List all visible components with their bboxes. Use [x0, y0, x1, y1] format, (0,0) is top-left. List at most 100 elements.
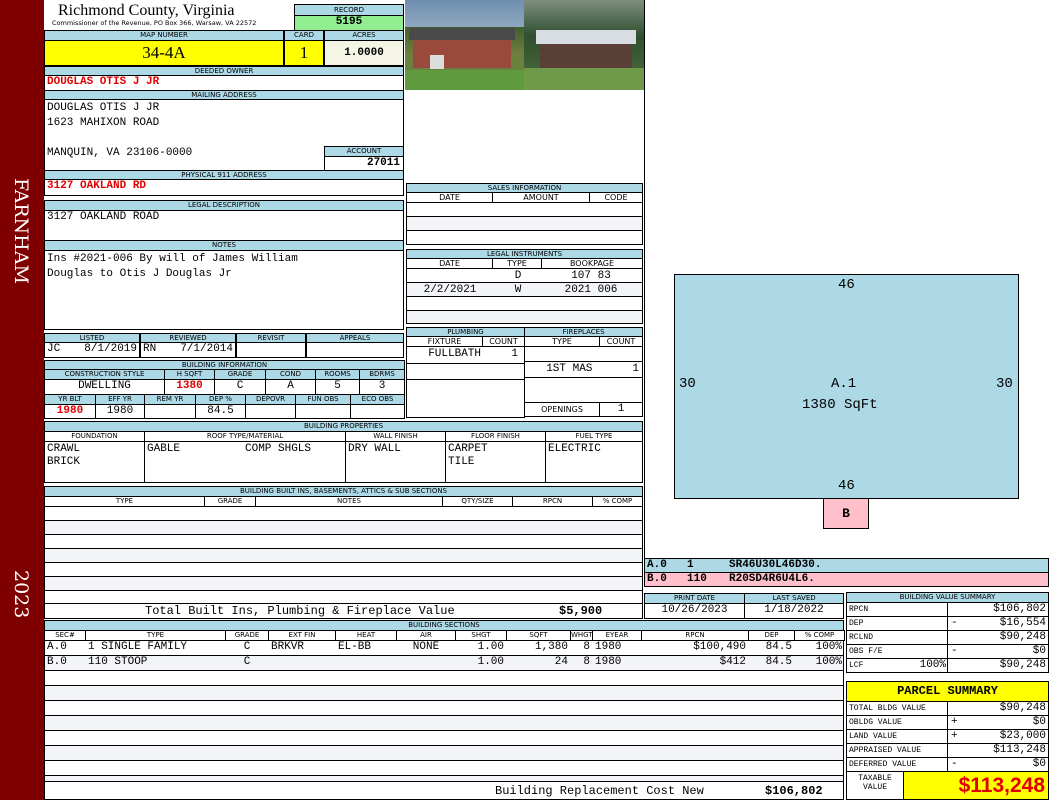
li-row — [406, 311, 643, 324]
county-title: Richmond County, Virginia — [58, 2, 235, 19]
summary-value: - $0 — [947, 644, 1049, 659]
property-photo-1[interactable] — [405, 0, 524, 90]
li-row: D 107 83 — [406, 268, 643, 283]
plumbing-count: 1 — [511, 348, 518, 360]
summary-key: LAND VALUE — [846, 729, 948, 744]
deeded-owner: DOUGLAS OTIS J JR — [44, 75, 404, 91]
effective-year: 1980 — [95, 404, 145, 419]
section-cell: 84.5 — [765, 641, 792, 653]
sketch-section-b[interactable]: B — [823, 498, 869, 529]
print-date: 10/26/2023 — [644, 603, 745, 619]
li-type: W — [514, 283, 522, 296]
summary-value: + $0 — [947, 715, 1049, 730]
sales-row — [406, 216, 643, 231]
sketch-code-row: B.0 110 R20SD4R6U4L6. — [644, 572, 1049, 587]
section-cell: 1 SINGLE FAMILY — [88, 641, 188, 653]
taxable-value-label: TAXABLE VALUE — [846, 771, 904, 800]
roof-type: GABLE — [147, 443, 181, 455]
section-cell: 1,380 — [534, 641, 568, 653]
sketch-vector: SR46U30L46D30. — [729, 559, 822, 571]
sketch-vector: R20SD4R6U4L6. — [729, 573, 815, 585]
rooms: 5 — [315, 379, 360, 395]
floor-finish: CARPET TILE — [445, 441, 546, 483]
builtins-total: $5,900 — [559, 604, 603, 618]
summary-key: RPCN — [846, 602, 948, 617]
foundation: CRAWL BRICK — [44, 441, 145, 483]
section-cell: 100% — [815, 656, 842, 668]
summary-key: OBLDG VALUE — [846, 715, 948, 730]
year-built: 1980 — [44, 404, 96, 419]
section-cell: 24 — [554, 656, 568, 668]
summary-amount: $113,248 — [993, 744, 1046, 756]
taxable-value: $113,248 — [903, 771, 1049, 800]
mailing-line-3: MANQUIN, VA 23106-0000 — [47, 147, 193, 159]
summary-amount: $23,000 — [999, 730, 1046, 742]
section-cell: C — [243, 641, 251, 653]
summary-sign: - — [951, 645, 958, 657]
functional-obs — [295, 404, 351, 419]
summary-value: - $0 — [947, 757, 1049, 772]
section-cell: 110 STOOP — [88, 656, 148, 668]
section-cell: 84.5 — [765, 656, 792, 668]
property-photo-2[interactable] — [524, 0, 644, 90]
sketch-dim-left: 30 — [679, 376, 696, 392]
summary-amount: $0 — [1032, 716, 1046, 728]
section-cell: 1980 — [595, 656, 622, 668]
section-cell: 100% — [815, 641, 842, 653]
summary-amount: $0 — [1032, 645, 1046, 657]
legal-description: 3127 OAKLAND ROAD — [44, 210, 404, 241]
summary-key: OBS F/E — [846, 644, 948, 659]
section-cell: B.0 — [47, 656, 67, 668]
section-cell: $412 — [719, 656, 746, 668]
section-cell: 1.00 — [477, 656, 504, 668]
grade: C — [214, 379, 266, 395]
reviewed-date: 7/1/2014 — [180, 343, 233, 355]
sidebar: FARNHAM 2023 — [0, 0, 44, 800]
summary-key: DEFERRED VALUE — [846, 757, 948, 772]
li-type: D — [514, 269, 522, 282]
sketch-code-row: A.0 1 SR46U30L46D30. — [644, 558, 1049, 573]
roof: GABLE COMP SHGLS — [144, 441, 346, 483]
card-number: 1 — [284, 40, 324, 66]
sketch-area[interactable]: B 46 46 30 30 A.1 1380 SqFt — [644, 0, 1049, 559]
sketch-code: 1 — [687, 559, 694, 571]
openings-count: 1 — [599, 402, 643, 417]
sections-table: A.0 1 SINGLE FAMILY C BRKVR EL-BB NONE 1.00 1,3… — [44, 640, 844, 782]
summary-pct: 100% — [919, 659, 946, 671]
section-cell: NONE — [412, 641, 440, 653]
sketch-code-sec: A.0 — [647, 559, 667, 571]
section-cell: EL-BB — [338, 641, 372, 653]
summary-sign: + — [951, 730, 958, 742]
summary-sign: + — [951, 716, 958, 728]
acres-value: 1.0000 — [324, 40, 404, 66]
summary-value: $90,248 — [947, 630, 1049, 645]
summary-amount: $16,554 — [999, 617, 1046, 629]
sketch-code-sec: B.0 — [647, 573, 667, 585]
sketch-code: 110 — [687, 573, 707, 585]
summary-amount: $90,248 — [999, 702, 1046, 714]
sketch-sqft: 1380 SqFt — [802, 397, 878, 413]
sketch-dim-bottom: 46 — [838, 478, 855, 494]
section-cell: $100,490 — [693, 641, 746, 653]
section-cell: BRKVR — [271, 641, 305, 653]
notes-line-2: Douglas to Otis J Douglas Jr — [47, 268, 232, 280]
summary-value: $113,248 — [947, 743, 1049, 758]
notes-line-1: Ins #2021-006 By will of James William — [47, 253, 298, 265]
replacement-cost-label: Building Replacement Cost New — [495, 783, 704, 798]
summary-amount: $90,248 — [999, 659, 1046, 671]
builtins-total-label: Total Built Ins, Plumbing & Fireplace Va… — [145, 604, 455, 618]
record-number: 5195 — [294, 15, 404, 31]
summary-value: - $16,554 — [947, 616, 1049, 631]
li-date: 2/2/2021 — [423, 283, 477, 296]
builtins-rows — [44, 506, 643, 604]
map-number: 34-4A — [44, 40, 284, 66]
replacement-cost: $106,802 — [765, 783, 823, 798]
plumbing-list: FULLBATH 1 — [406, 346, 525, 418]
listed-date: 8/1/2019 — [84, 343, 137, 355]
economic-obs — [350, 404, 405, 419]
tax-year: 2023 — [10, 570, 32, 619]
summary-key: TOTAL BLDG VALUE — [846, 701, 948, 716]
li-row — [406, 297, 643, 311]
listed-by: JC — [47, 343, 61, 355]
section-cell: 8 — [583, 656, 590, 668]
